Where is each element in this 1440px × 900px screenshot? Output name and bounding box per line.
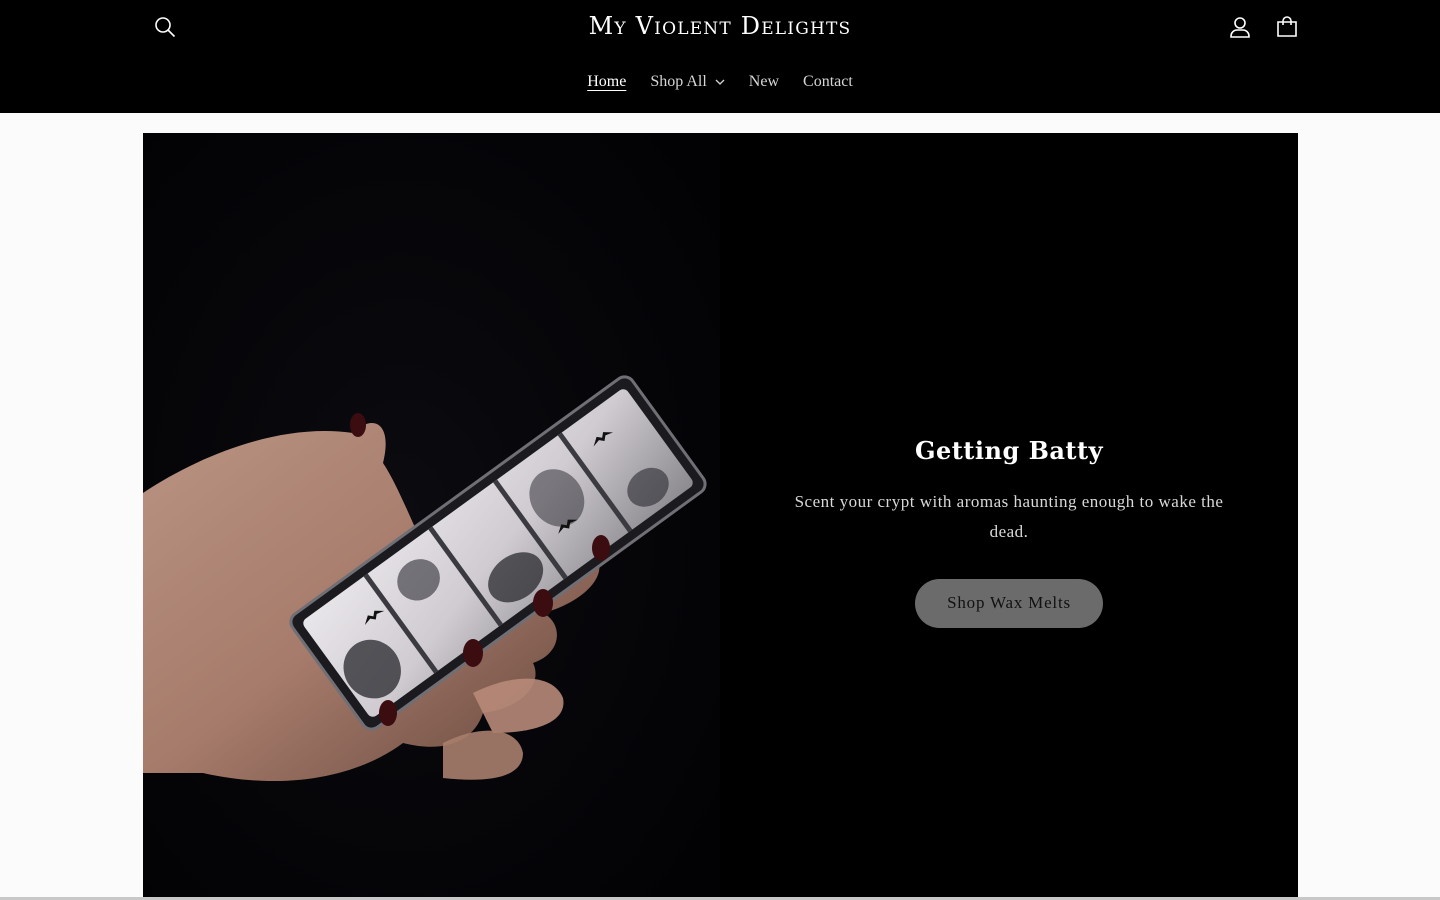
hero-content: Getting Batty Scent your crypt with arom… — [720, 133, 1298, 900]
site-header: My Violent Delights Home Shop All New Co… — [0, 0, 1440, 113]
nav-shop-all-label: Shop All — [650, 73, 707, 90]
hero-heading: Getting Batty — [914, 435, 1104, 465]
cart-button[interactable] — [1269, 9, 1305, 45]
shop-wax-melts-button[interactable]: Shop Wax Melts — [915, 578, 1103, 628]
user-icon — [1230, 17, 1250, 38]
nav-contact[interactable]: Contact — [791, 70, 865, 94]
nav-new[interactable]: New — [737, 70, 791, 94]
account-button[interactable] — [1222, 9, 1258, 45]
hero-image — [143, 133, 720, 900]
chevron-down-icon — [715, 79, 725, 85]
main-nav: Home Shop All New Contact — [0, 70, 1440, 94]
hero-description: Scent your crypt with aromas haunting en… — [794, 491, 1224, 541]
nav-shop-all[interactable]: Shop All — [638, 70, 736, 94]
cart-icon — [1277, 16, 1297, 37]
hero-banner: Getting Batty Scent your crypt with arom… — [143, 133, 1298, 900]
nav-home[interactable]: Home — [575, 70, 638, 94]
